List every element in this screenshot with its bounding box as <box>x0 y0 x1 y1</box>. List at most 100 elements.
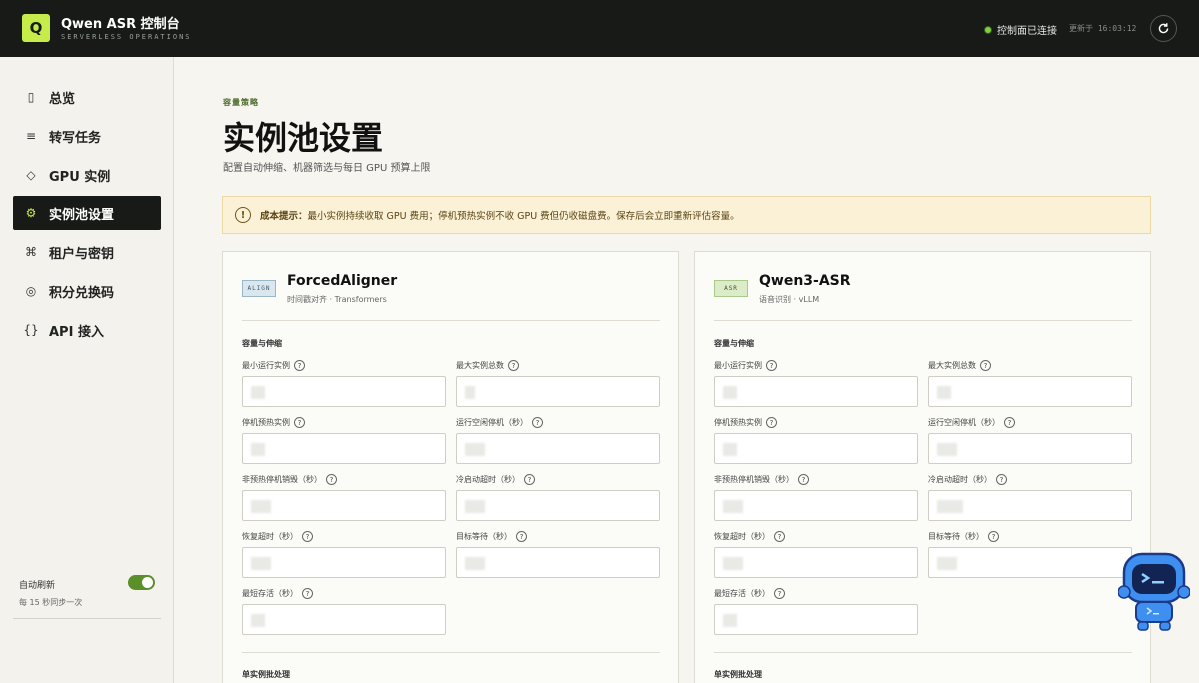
top-bar: Q Qwen ASR 控制台 SERVERLESS OPERATIONS 控制面… <box>0 0 1199 57</box>
help-icon[interactable]: ? <box>294 360 305 371</box>
max-total-instances-input[interactable] <box>456 376 660 407</box>
help-icon[interactable]: ? <box>774 588 785 599</box>
sidebar-item-label: API 接入 <box>49 324 104 340</box>
help-icon[interactable]: ? <box>326 474 337 485</box>
app-title: Qwen ASR 控制台 <box>61 17 180 32</box>
help-icon[interactable]: ? <box>302 588 313 599</box>
field-label: 最大实例总数? <box>456 360 519 371</box>
sidebar-item-label: 实例池设置 <box>49 207 115 223</box>
gear-icon: ⚙ <box>25 206 37 220</box>
sidebar-item-tenants-keys[interactable]: ⌘ 租户与密钥 <box>13 235 161 269</box>
resume-timeout-input[interactable] <box>242 547 446 578</box>
cold-start-timeout-input[interactable] <box>456 490 660 521</box>
cost-notice: ! 成本提示： 最小实例持续收取 GPU 费用；停机预热实例不收 GPU 费但仍… <box>222 196 1151 234</box>
diamond-icon: ◇ <box>26 168 36 182</box>
card-divider <box>242 320 660 321</box>
card-divider <box>242 652 660 653</box>
list-icon: ≡ <box>25 129 37 143</box>
field-label: 最小运行实例? <box>714 360 777 371</box>
field-label: 运行空闲停机（秒）? <box>928 417 1015 428</box>
auto-refresh-toggle[interactable] <box>128 575 155 590</box>
max-total-instances-input[interactable] <box>928 376 1132 407</box>
model-badge: ASR <box>714 280 748 297</box>
model-subtitle: 语音识别 · vLLM <box>759 295 820 304</box>
sidebar-item-transcription-jobs[interactable]: ≡ 转写任务 <box>13 119 161 153</box>
section-title-capacity: 容量与伸缩 <box>714 339 754 348</box>
field-label: 目标等待（秒）? <box>456 531 527 542</box>
page-eyebrow: 容量策略 <box>223 98 259 107</box>
sidebar-item-gpu-instances[interactable]: ◇ GPU 实例 <box>13 158 161 192</box>
assistant-robot-icon[interactable] <box>1117 548 1191 632</box>
refresh-icon <box>1158 23 1169 34</box>
connection-status: 控制面已连接 <box>984 22 1057 37</box>
help-icon[interactable]: ? <box>302 531 313 542</box>
min-running-instances-input[interactable] <box>242 376 446 407</box>
auto-refresh-label: 自动刷新 <box>19 581 56 591</box>
warm-stopped-instances-input[interactable] <box>714 433 918 464</box>
toggle-knob <box>142 577 153 588</box>
section-title-batching: 单实例批处理 <box>714 670 762 679</box>
target-wait-input[interactable] <box>456 547 660 578</box>
model-card-qwen3-asr: ASR Qwen3-ASR 语音识别 · vLLM 容量与伸缩 最小运行实例? … <box>694 251 1151 683</box>
help-icon[interactable]: ? <box>516 531 527 542</box>
field-label: 恢复超时（秒）? <box>714 531 785 542</box>
field-label: 运行空闲停机（秒）? <box>456 417 543 428</box>
page-description: 配置自动伸缩、机器筛选与每日 GPU 预算上限 <box>223 163 431 174</box>
min-running-instances-input[interactable] <box>714 376 918 407</box>
sidebar-item-overview[interactable]: ▯ 总览 <box>13 80 161 114</box>
help-icon[interactable]: ? <box>980 360 991 371</box>
field-label: 停机预热实例? <box>714 417 777 428</box>
warm-stopped-instances-input[interactable] <box>242 433 446 464</box>
sidebar-item-label: GPU 实例 <box>49 169 111 185</box>
field-label: 冷启动超时（秒）? <box>928 474 1007 485</box>
field-label: 目标等待（秒）? <box>928 531 999 542</box>
sidebar-item-label: 租户与密钥 <box>49 246 115 262</box>
resume-timeout-input[interactable] <box>714 547 918 578</box>
help-icon[interactable]: ? <box>524 474 535 485</box>
sidebar-item-pool-settings[interactable]: ⚙ 实例池设置 <box>13 196 161 230</box>
help-icon[interactable]: ? <box>996 474 1007 485</box>
sidebar-item-credit-codes[interactable]: ◎ 积分兑换码 <box>13 274 161 308</box>
overview-icon: ▯ <box>27 90 35 104</box>
sidebar-item-api-access[interactable]: {} API 接入 <box>13 313 161 347</box>
idle-stop-seconds-input[interactable] <box>456 433 660 464</box>
field-label: 最短存活（秒）? <box>242 588 313 599</box>
target-wait-input[interactable] <box>928 547 1132 578</box>
help-icon[interactable]: ? <box>774 531 785 542</box>
field-label: 最小运行实例? <box>242 360 305 371</box>
cold-start-timeout-input[interactable] <box>928 490 1132 521</box>
min-lifetime-input[interactable] <box>714 604 918 635</box>
command-key-icon: ⌘ <box>25 245 37 259</box>
help-icon[interactable]: ? <box>988 531 999 542</box>
non-warm-destroy-seconds-input[interactable] <box>242 490 446 521</box>
help-icon[interactable]: ? <box>766 360 777 371</box>
sidebar-item-label: 积分兑换码 <box>49 285 115 301</box>
min-lifetime-input[interactable] <box>242 604 446 635</box>
idle-stop-seconds-input[interactable] <box>928 433 1132 464</box>
sidebar: ▯ 总览 ≡ 转写任务 ◇ GPU 实例 ⚙ 实例池设置 ⌘ 租户与密钥 ◎ 积… <box>0 57 174 683</box>
exclamation-icon: ! <box>235 207 251 223</box>
field-label: 最短存活（秒）? <box>714 588 785 599</box>
notice-title: 成本提示： <box>260 211 308 222</box>
status-text: 控制面已连接 <box>997 26 1057 37</box>
help-icon[interactable]: ? <box>508 360 519 371</box>
braces-icon: {} <box>23 323 39 337</box>
section-title-capacity: 容量与伸缩 <box>242 339 282 348</box>
sidebar-divider <box>13 618 161 619</box>
help-icon[interactable]: ? <box>532 417 543 428</box>
model-title: ForcedAligner <box>287 273 398 289</box>
help-icon[interactable]: ? <box>766 417 777 428</box>
help-icon[interactable]: ? <box>798 474 809 485</box>
field-label: 恢复超时（秒）? <box>242 531 313 542</box>
non-warm-destroy-seconds-input[interactable] <box>714 490 918 521</box>
refresh-button[interactable] <box>1150 15 1177 42</box>
model-card-forcedaligner: ALIGN ForcedAligner 时间戳对齐 · Transformers… <box>222 251 679 683</box>
model-badge: ALIGN <box>242 280 276 297</box>
status-dot-icon <box>984 25 992 34</box>
model-subtitle: 时间戳对齐 · Transformers <box>287 295 387 304</box>
card-divider <box>714 652 1132 653</box>
sidebar-item-label: 转写任务 <box>49 130 102 146</box>
help-icon[interactable]: ? <box>1004 417 1015 428</box>
app-subtitle: SERVERLESS OPERATIONS <box>61 33 192 41</box>
help-icon[interactable]: ? <box>294 417 305 428</box>
